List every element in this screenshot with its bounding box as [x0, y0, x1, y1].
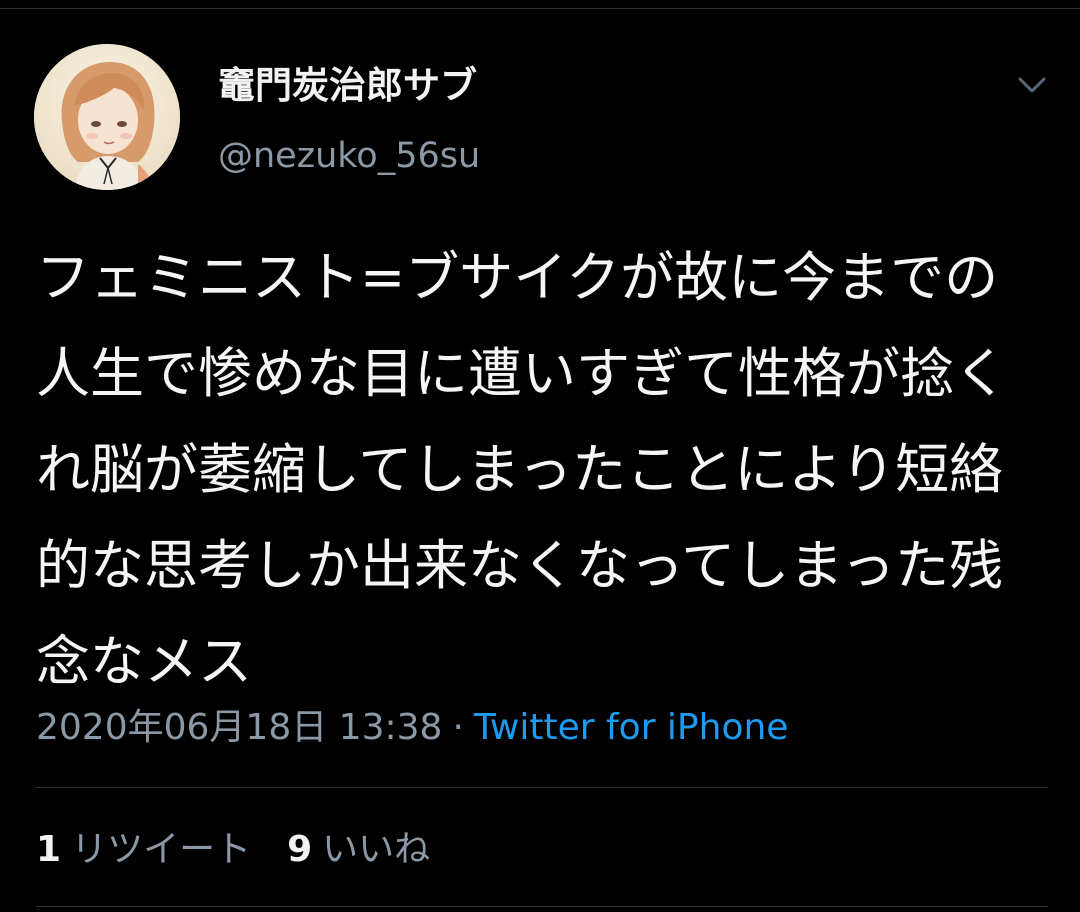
author-handle[interactable]: @nezuko_56su — [218, 134, 480, 178]
top-divider — [0, 8, 1080, 9]
like-count: 9 — [287, 829, 313, 870]
avatar-illustration — [34, 44, 180, 190]
tweet-source-link[interactable]: Twitter for iPhone — [474, 707, 789, 748]
meta-separator: · — [452, 707, 464, 748]
like-stat[interactable]: 9 いいね — [287, 829, 430, 870]
like-label: いいね — [322, 829, 431, 870]
stats-divider — [36, 787, 1048, 788]
tweet-meta: 2020年06月18日 13:38 · Twitter for iPhone — [36, 702, 788, 754]
tweet-timestamp[interactable]: 2020年06月18日 13:38 — [36, 707, 442, 748]
author-display-name[interactable]: 竈門炭治郎サブ — [218, 64, 477, 108]
bottom-divider — [36, 906, 1048, 907]
engagement-stats: 1 リツイート 9 いいね — [36, 824, 430, 876]
retweet-stat[interactable]: 1 リツイート — [36, 829, 251, 870]
chevron-down-icon[interactable] — [1012, 66, 1052, 106]
retweet-count: 1 — [36, 829, 62, 870]
tweet-text: フェミニスト=ブサイクが故に今までの人生で惨めな目に遭いすぎて性格が捻くれ脳が萎… — [36, 246, 1008, 693]
retweet-label: リツイート — [71, 829, 252, 870]
avatar[interactable] — [34, 44, 180, 190]
